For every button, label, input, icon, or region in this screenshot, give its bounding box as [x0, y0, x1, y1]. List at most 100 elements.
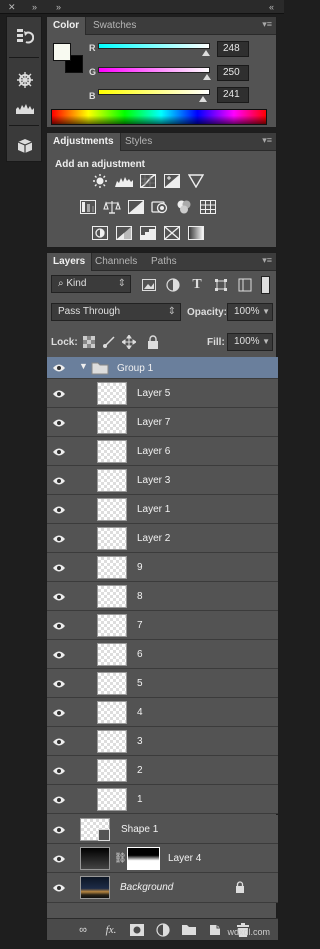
vibrance-icon[interactable]: [187, 173, 205, 189]
brightness-contrast-icon[interactable]: [91, 173, 109, 189]
panel-menu-icon[interactable]: ▾≡: [262, 135, 272, 146]
blue-value-field[interactable]: 241: [217, 87, 249, 103]
filter-smart-object-icon[interactable]: [237, 277, 253, 293]
color-lookup-icon[interactable]: [199, 199, 217, 215]
new-group-icon[interactable]: [181, 923, 197, 937]
mask-layer-row[interactable]: ⛓ Layer 4: [47, 844, 278, 873]
layer-mask-thumbnail[interactable]: [127, 847, 160, 870]
add-mask-icon[interactable]: [129, 923, 145, 937]
chevron-down-icon[interactable]: ▼: [262, 334, 270, 350]
shape-layer-row[interactable]: Shape 1: [47, 815, 278, 844]
eye-icon[interactable]: [51, 881, 67, 895]
panel-menu-icon[interactable]: ▾≡: [262, 19, 272, 30]
eye-icon[interactable]: [51, 590, 67, 604]
chevron-down-icon[interactable]: ▼: [262, 304, 270, 320]
history-icon[interactable]: [13, 25, 37, 47]
lock-position-icon[interactable]: [121, 334, 137, 350]
lock-all-icon[interactable]: [145, 334, 161, 350]
layer-row[interactable]: Layer 1: [47, 495, 278, 524]
color-spectrum-bar[interactable]: [51, 109, 267, 125]
layer-row[interactable]: 3: [47, 727, 278, 756]
eye-icon[interactable]: [51, 361, 67, 375]
hue-saturation-icon[interactable]: [79, 199, 97, 215]
eye-icon[interactable]: [51, 445, 67, 459]
blend-mode-select[interactable]: Pass Through ⇕: [51, 303, 181, 321]
layer-row[interactable]: 9: [47, 553, 278, 582]
eye-icon[interactable]: [51, 387, 67, 401]
new-layer-icon[interactable]: [207, 923, 223, 937]
red-value-field[interactable]: 248: [217, 41, 249, 57]
tab-swatches[interactable]: Swatches: [87, 17, 142, 35]
link-layers-icon[interactable]: ∞: [75, 923, 91, 937]
layer-group-row[interactable]: ▼ Group 1: [47, 357, 278, 379]
eye-icon[interactable]: [51, 852, 67, 866]
layer-row[interactable]: 8: [47, 582, 278, 611]
red-slider-thumb[interactable]: [202, 50, 211, 56]
red-slider[interactable]: [98, 43, 211, 56]
lock-transparent-icon[interactable]: [81, 334, 97, 350]
lock-image-icon[interactable]: [101, 334, 117, 350]
channel-mixer-icon[interactable]: [175, 199, 193, 215]
tab-adjustments[interactable]: Adjustments: [47, 133, 121, 151]
tab-paths[interactable]: Paths: [145, 253, 183, 271]
eye-icon[interactable]: [51, 706, 67, 720]
levels-icon[interactable]: [115, 173, 133, 189]
tab-layers[interactable]: Layers: [47, 253, 93, 271]
fill-field[interactable]: 100% ▼: [227, 333, 273, 351]
histogram-icon[interactable]: [13, 97, 37, 119]
expand-icon[interactable]: »: [56, 1, 61, 13]
eye-icon[interactable]: [51, 561, 67, 575]
layer-row[interactable]: 2: [47, 756, 278, 785]
layer-row[interactable]: 5: [47, 669, 278, 698]
threshold-icon[interactable]: [139, 225, 157, 241]
background-layer-row[interactable]: Background: [47, 873, 278, 903]
foreground-color-swatch[interactable]: [53, 43, 71, 61]
blue-slider-thumb[interactable]: [198, 96, 207, 102]
layer-row[interactable]: 4: [47, 698, 278, 727]
black-white-icon[interactable]: [127, 199, 145, 215]
tab-color[interactable]: Color: [47, 17, 87, 35]
close-icon[interactable]: ✕: [8, 1, 16, 13]
filter-toggle-switch[interactable]: [261, 276, 270, 294]
eye-icon[interactable]: [51, 823, 67, 837]
layer-row[interactable]: Layer 2: [47, 524, 278, 553]
layer-style-icon[interactable]: fx.: [103, 923, 119, 937]
expand-icon[interactable]: »: [32, 1, 37, 13]
eye-icon[interactable]: [51, 793, 67, 807]
eye-icon[interactable]: [51, 503, 67, 517]
invert-icon[interactable]: [91, 225, 109, 241]
selective-color-icon[interactable]: [163, 225, 181, 241]
exposure-icon[interactable]: [163, 173, 181, 189]
green-slider-thumb[interactable]: [202, 74, 211, 80]
eye-icon[interactable]: [51, 619, 67, 633]
tab-channels[interactable]: Channels: [89, 253, 143, 271]
eye-icon[interactable]: [51, 764, 67, 778]
3d-icon[interactable]: [13, 135, 37, 157]
eye-icon[interactable]: [51, 735, 67, 749]
color-balance-icon[interactable]: [103, 199, 121, 215]
layer-row[interactable]: 7: [47, 611, 278, 640]
green-value-field[interactable]: 250: [217, 65, 249, 81]
layer-row[interactable]: Layer 5: [47, 379, 278, 408]
layer-row[interactable]: Layer 6: [47, 437, 278, 466]
link-icon[interactable]: ⛓: [114, 853, 127, 864]
layer-row[interactable]: Layer 3: [47, 466, 278, 495]
layer-row[interactable]: 6: [47, 640, 278, 669]
photo-filter-icon[interactable]: [151, 199, 169, 215]
filter-shape-icon[interactable]: [213, 277, 229, 293]
chevron-down-icon[interactable]: ▼: [79, 361, 88, 371]
eye-icon[interactable]: [51, 648, 67, 662]
curves-icon[interactable]: [139, 173, 157, 189]
navigator-icon[interactable]: [13, 69, 37, 91]
panel-menu-icon[interactable]: ▾≡: [262, 255, 272, 266]
layer-row[interactable]: 1: [47, 785, 278, 814]
gradient-map-icon[interactable]: [187, 225, 205, 241]
blue-slider[interactable]: [98, 89, 210, 102]
layer-row[interactable]: Layer 7: [47, 408, 278, 437]
eye-icon[interactable]: [51, 416, 67, 430]
eye-icon[interactable]: [51, 474, 67, 488]
filter-adjustment-icon[interactable]: [165, 277, 181, 293]
tab-styles[interactable]: Styles: [119, 133, 158, 151]
filter-pixel-icon[interactable]: [141, 277, 157, 293]
filter-kind-select[interactable]: ⌕ Kind ⇕: [51, 275, 131, 293]
